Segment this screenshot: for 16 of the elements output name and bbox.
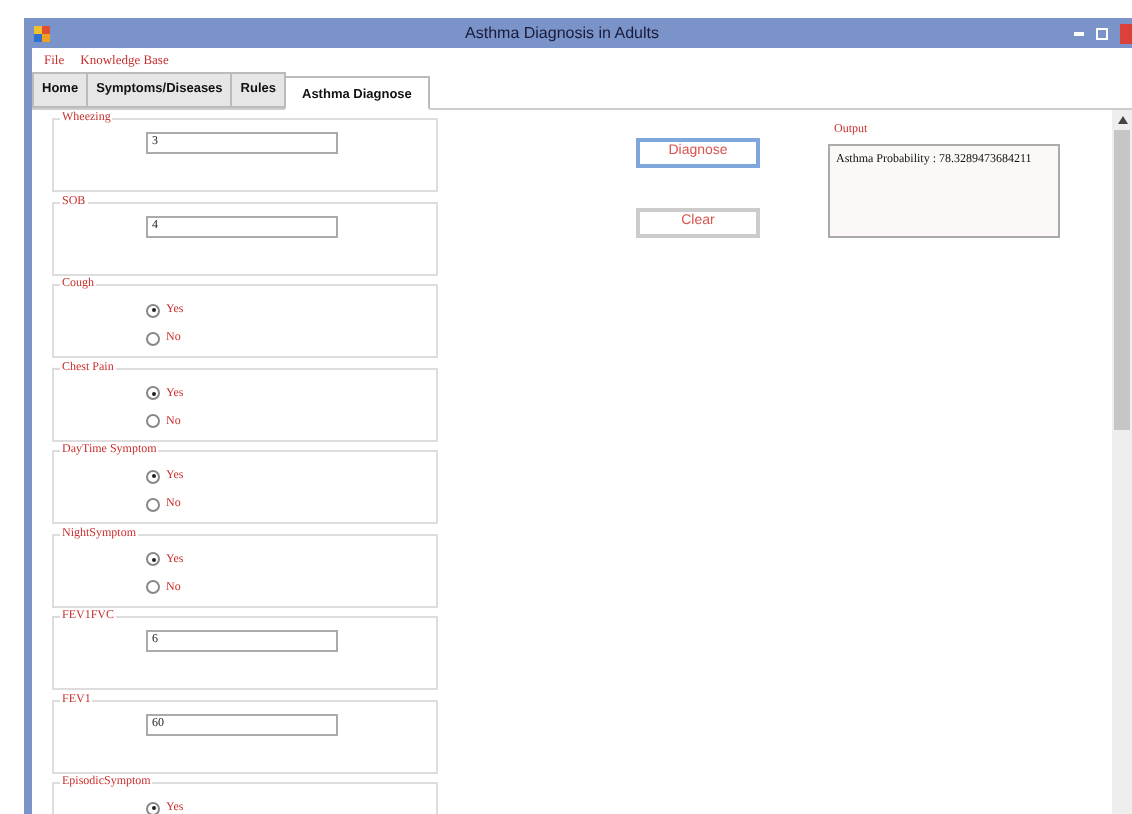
minimize-icon[interactable] <box>1074 31 1084 35</box>
app-icon <box>34 25 50 41</box>
window-title: Asthma Diagnosis in Adults <box>463 21 661 45</box>
radio-button[interactable] <box>146 469 160 484</box>
radio-button[interactable] <box>146 580 160 595</box>
scrollbar[interactable] <box>1112 109 1132 814</box>
radio-button[interactable] <box>146 303 160 318</box>
scroll-up-icon[interactable] <box>1117 115 1127 124</box>
radio-button[interactable] <box>146 497 160 512</box>
radio-button[interactable] <box>146 331 160 346</box>
scrollbar-thumb[interactable] <box>1114 129 1130 430</box>
radio-button[interactable] <box>146 801 160 814</box>
radio-button[interactable] <box>146 414 160 429</box>
radio-button[interactable] <box>146 552 160 567</box>
radio-button[interactable] <box>146 386 160 401</box>
maximize-icon[interactable] <box>1096 27 1108 39</box>
